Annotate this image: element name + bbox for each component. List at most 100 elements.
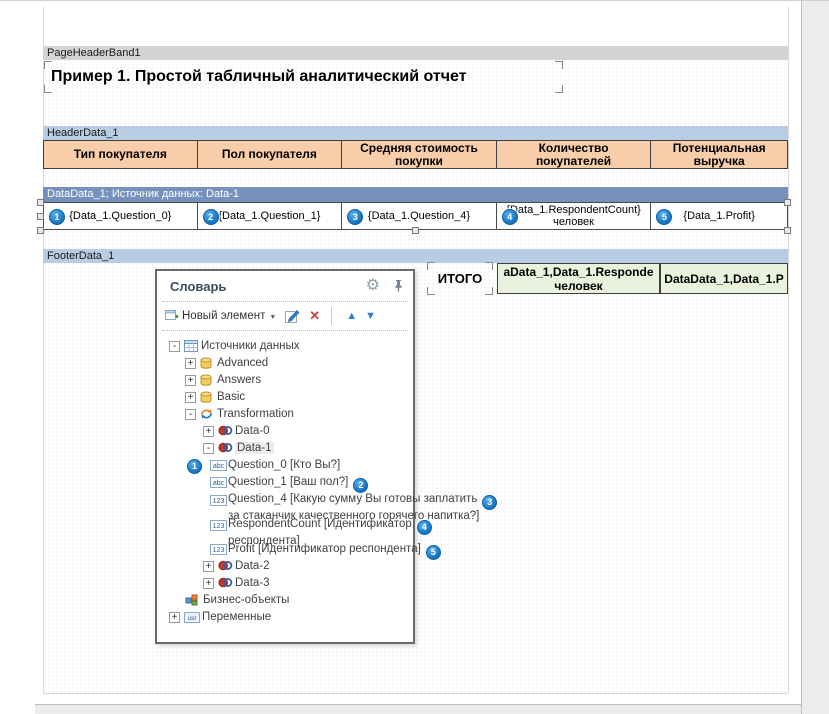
footer-sum-cell[interactable]: aData_1,Data_1.Responde человек — [497, 263, 660, 294]
left-margin-guide — [43, 7, 44, 693]
data-cell[interactable]: 2 {Data_1.Question_1} — [198, 203, 343, 229]
report-designer-canvas: PageHeaderBand1 Пример 1. Простой таблич… — [0, 0, 829, 714]
selection-corner — [427, 262, 435, 270]
expand-toggle[interactable]: + — [185, 358, 196, 369]
selection-handle[interactable] — [784, 199, 791, 206]
tree-item-transformation[interactable]: - Transformation — [157, 406, 413, 423]
dictionary-toolbar: Новый элемент ▼ ✕ ▲ ▼ — [157, 302, 413, 330]
collapse-toggle[interactable]: - — [185, 409, 196, 420]
data-expression: {Data_1.Question_0} — [69, 210, 171, 222]
tree-item-data-2[interactable]: + Data-2 — [157, 558, 413, 575]
selection-handle[interactable] — [412, 227, 419, 234]
svg-text:usr: usr — [187, 615, 197, 622]
expand-toggle[interactable]: + — [185, 392, 196, 403]
dictionary-panel: Словарь ⚙ Новый элемент ▼ ✕ ▲ ▼ — [155, 269, 415, 644]
gear-icon[interactable]: ⚙ — [366, 278, 380, 294]
data-sources-icon — [184, 340, 198, 352]
collapse-toggle[interactable]: - — [169, 341, 180, 352]
header-cell[interactable]: Потенциальная выручка — [651, 141, 787, 168]
tree-item-respondent-count[interactable]: 123 RespondentCount [Идентификатор4респо… — [157, 516, 413, 541]
data-cell[interactable]: 1 {Data_1.Question_0} — [44, 203, 198, 229]
svg-text:123: 123 — [213, 547, 225, 554]
field-badge: 3 — [347, 209, 363, 225]
band-label-page-header[interactable]: PageHeaderBand1 — [43, 46, 788, 60]
variables-icon: usr — [184, 612, 200, 623]
field-badge: 5 — [656, 209, 672, 225]
data-row: 1 {Data_1.Question_0} 2 {Data_1.Question… — [43, 202, 788, 230]
selection-corner — [44, 85, 52, 93]
chevron-down-icon: ▼ — [269, 314, 276, 321]
new-item-label: Новый элемент — [182, 310, 265, 322]
abc-column-icon: abc — [210, 460, 227, 471]
tree-item-variables[interactable]: + usr Переменные — [157, 609, 413, 626]
total-label: ИТОГО — [438, 271, 482, 286]
workspace-background — [35, 704, 801, 714]
selection-handle[interactable] — [37, 213, 44, 220]
collapse-toggle[interactable]: - — [203, 443, 214, 454]
data-cell[interactable]: 5 {Data_1.Profit} — [651, 203, 787, 229]
header-row: Тип покупателя Пол покупателя Средняя ст… — [43, 140, 788, 169]
edit-button[interactable] — [285, 309, 300, 323]
dictionary-title: Словарь — [170, 279, 366, 294]
new-item-button[interactable]: Новый элемент ▼ — [165, 310, 276, 323]
report-title: Пример 1. Простой табличный аналитически… — [51, 68, 467, 86]
move-up-button[interactable]: ▲ — [346, 310, 357, 322]
tree-item-business-objects[interactable]: Бизнес-объекты — [157, 592, 413, 609]
data-source-icon — [218, 560, 233, 571]
tree-item-question-0[interactable]: 1 abc Question_0 [Кто Вы?] — [157, 457, 413, 474]
tree-item-data-1[interactable]: - Data-1 — [157, 440, 413, 457]
selection-handle[interactable] — [784, 227, 791, 234]
expand-toggle[interactable]: + — [203, 578, 214, 589]
expand-toggle[interactable]: + — [203, 426, 214, 437]
band-label-header-data[interactable]: HeaderData_1 — [43, 126, 788, 140]
expand-toggle[interactable]: + — [203, 561, 214, 572]
data-cell[interactable]: 4 {Data_1.RespondentCount} человек — [497, 203, 652, 229]
data-source-icon — [218, 442, 233, 453]
dictionary-tree: - Источники данных + Advanced + Answers — [157, 331, 413, 626]
svg-text:123: 123 — [213, 523, 225, 530]
tree-label: Data-1 — [157, 440, 413, 457]
total-label-component[interactable]: ИТОГО — [428, 263, 492, 294]
header-cell[interactable]: Количество покупателей — [497, 141, 652, 168]
field-badge: 1 — [49, 209, 65, 225]
sum-expression: DataData_1,Data_1.P — [664, 272, 783, 286]
move-down-button[interactable]: ▼ — [365, 310, 376, 322]
field-badge: 1 — [187, 459, 202, 474]
tree-item-data-sources[interactable]: - Источники данных — [157, 338, 413, 355]
report-title-component[interactable]: Пример 1. Простой табличный аналитически… — [45, 62, 562, 92]
footer-sum-cell[interactable]: DataData_1,Data_1.P — [660, 263, 788, 294]
tree-item-question-4[interactable]: 123 Question_4 [Какую сумму Вы готовы за… — [157, 491, 413, 516]
selection-handle[interactable] — [37, 227, 44, 234]
pin-icon[interactable] — [394, 279, 403, 293]
expand-toggle[interactable]: + — [185, 375, 196, 386]
selection-handle[interactable] — [37, 199, 44, 206]
header-cell[interactable]: Тип покупателя — [44, 141, 198, 168]
selection-corner — [555, 61, 563, 69]
tree-item-basic[interactable]: + Basic — [157, 389, 413, 406]
tree-item-question-1[interactable]: abc Question_1 [Ваш пол?]2 — [157, 474, 413, 491]
band-label-footer-data[interactable]: FooterData_1 — [43, 249, 788, 263]
right-margin-guide — [788, 7, 789, 693]
header-cell[interactable]: Пол покупателя — [198, 141, 343, 168]
data-cell[interactable]: 3 {Data_1.Question_4} — [342, 203, 497, 229]
tree-label: Data-3 — [157, 575, 413, 592]
field-badge: 4 — [502, 209, 518, 225]
data-expression: {Data_1.Profit} — [683, 210, 755, 222]
selection-corner — [485, 262, 493, 270]
data-expression-line2: человек — [553, 216, 594, 228]
sum-expression-line2: человек — [554, 279, 602, 293]
tree-label: Data-2 — [157, 558, 413, 575]
tree-item-data-0[interactable]: + Data-0 — [157, 423, 413, 440]
delete-button[interactable]: ✕ — [309, 308, 320, 324]
tree-item-advanced[interactable]: + Advanced — [157, 355, 413, 372]
band-label-data-band[interactable]: DataData_1; Источник данных: Data-1 — [43, 187, 788, 202]
numeric-column-icon: 123 — [210, 544, 227, 555]
header-cell[interactable]: Средняя стоимость покупки — [342, 141, 497, 168]
selection-corner — [485, 287, 493, 295]
business-objects-icon — [185, 594, 199, 606]
tree-item-data-3[interactable]: + Data-3 — [157, 575, 413, 592]
tree-item-answers[interactable]: + Answers — [157, 372, 413, 389]
transformation-icon — [200, 408, 213, 420]
tree-item-profit[interactable]: 123 Profit [Идентификатор респондента]5 — [157, 541, 413, 558]
expand-toggle[interactable]: + — [169, 612, 180, 623]
